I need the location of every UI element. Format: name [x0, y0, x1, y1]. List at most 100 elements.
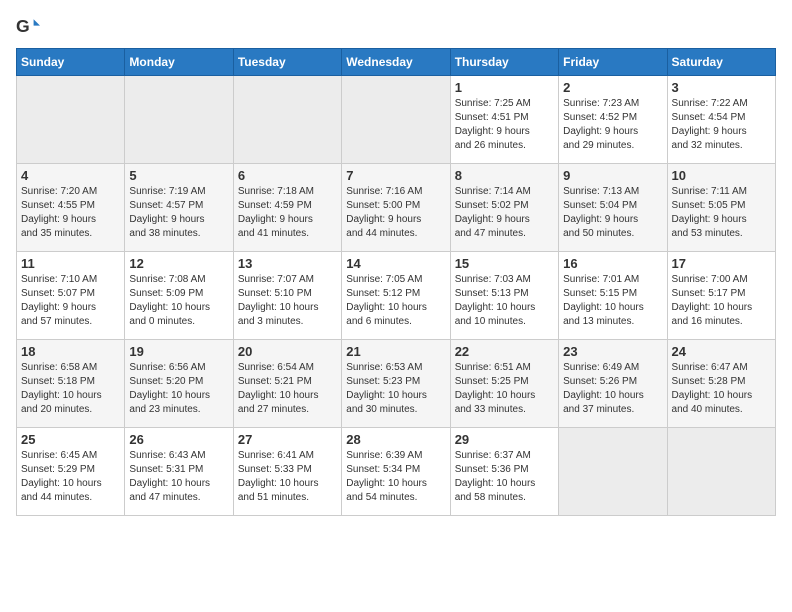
calendar-cell: 7 Sunrise: 7:16 AM Sunset: 5:00 PM Daylig… — [342, 164, 450, 252]
day-number: 11 — [21, 256, 120, 271]
day-number: 1 — [455, 80, 554, 95]
weekday-header: Tuesday — [233, 49, 341, 76]
day-info: Sunrise: 6:51 AM Sunset: 5:25 PM Dayligh… — [455, 361, 554, 417]
day-number: 4 — [21, 168, 120, 183]
day-number: 27 — [238, 432, 337, 447]
weekday-header: Saturday — [667, 49, 775, 76]
day-number: 29 — [455, 432, 554, 447]
day-info: Sunrise: 6:53 AM Sunset: 5:23 PM Dayligh… — [346, 361, 445, 417]
calendar-cell — [559, 428, 667, 516]
day-info: Sunrise: 6:58 AM Sunset: 5:18 PM Dayligh… — [21, 361, 120, 417]
calendar-cell: 14 Sunrise: 7:05 AM Sunset: 5:12 PM Dayli… — [342, 252, 450, 340]
calendar-cell — [125, 76, 233, 164]
day-number: 18 — [21, 344, 120, 359]
day-number: 13 — [238, 256, 337, 271]
page-header: G — [16, 16, 776, 40]
calendar-cell: 17 Sunrise: 7:00 AM Sunset: 5:17 PM Dayli… — [667, 252, 775, 340]
day-info: Sunrise: 6:47 AM Sunset: 5:28 PM Dayligh… — [672, 361, 771, 417]
logo-icon: G — [16, 16, 40, 40]
calendar-cell — [342, 76, 450, 164]
day-number: 3 — [672, 80, 771, 95]
calendar-cell: 29 Sunrise: 6:37 AM Sunset: 5:36 PM Dayli… — [450, 428, 558, 516]
calendar-table: SundayMondayTuesdayWednesdayThursdayFrid… — [16, 48, 776, 516]
day-info: Sunrise: 7:18 AM Sunset: 4:59 PM Dayligh… — [238, 185, 337, 241]
day-info: Sunrise: 7:00 AM Sunset: 5:17 PM Dayligh… — [672, 273, 771, 329]
calendar-row: 11 Sunrise: 7:10 AM Sunset: 5:07 PM Dayli… — [17, 252, 776, 340]
weekday-header: Sunday — [17, 49, 125, 76]
day-info: Sunrise: 7:05 AM Sunset: 5:12 PM Dayligh… — [346, 273, 445, 329]
day-info: Sunrise: 7:19 AM Sunset: 4:57 PM Dayligh… — [129, 185, 228, 241]
calendar-cell: 19 Sunrise: 6:56 AM Sunset: 5:20 PM Dayli… — [125, 340, 233, 428]
day-number: 19 — [129, 344, 228, 359]
calendar-cell: 12 Sunrise: 7:08 AM Sunset: 5:09 PM Dayli… — [125, 252, 233, 340]
calendar-cell: 23Sunrise: 6:49 AM Sunset: 5:26 PM Dayli… — [559, 340, 667, 428]
calendar-cell: 8Sunrise: 7:14 AM Sunset: 5:02 PM Daylig… — [450, 164, 558, 252]
day-info: Sunrise: 7:23 AM Sunset: 4:52 PM Dayligh… — [563, 97, 662, 153]
day-info: Sunrise: 7:07 AM Sunset: 5:10 PM Dayligh… — [238, 273, 337, 329]
day-number: 17 — [672, 256, 771, 271]
day-info: Sunrise: 7:16 AM Sunset: 5:00 PM Dayligh… — [346, 185, 445, 241]
calendar-cell — [233, 76, 341, 164]
weekday-header: Thursday — [450, 49, 558, 76]
day-number: 15 — [455, 256, 554, 271]
day-number: 12 — [129, 256, 228, 271]
day-number: 21 — [346, 344, 445, 359]
calendar-cell: 26 Sunrise: 6:43 AM Sunset: 5:31 PM Dayli… — [125, 428, 233, 516]
day-info: Sunrise: 6:56 AM Sunset: 5:20 PM Dayligh… — [129, 361, 228, 417]
calendar-row: 4 Sunrise: 7:20 AM Sunset: 4:55 PM Daylig… — [17, 164, 776, 252]
calendar-cell: 24 Sunrise: 6:47 AM Sunset: 5:28 PM Dayli… — [667, 340, 775, 428]
calendar-cell: 28Sunrise: 6:39 AM Sunset: 5:34 PM Dayli… — [342, 428, 450, 516]
calendar-cell: 15 Sunrise: 7:03 AM Sunset: 5:13 PM Dayli… — [450, 252, 558, 340]
day-number: 7 — [346, 168, 445, 183]
calendar-row: 25Sunrise: 6:45 AM Sunset: 5:29 PM Dayli… — [17, 428, 776, 516]
calendar-cell: 3 Sunrise: 7:22 AM Sunset: 4:54 PM Daylig… — [667, 76, 775, 164]
calendar-cell: 18 Sunrise: 6:58 AM Sunset: 5:18 PM Dayli… — [17, 340, 125, 428]
calendar-cell: 21 Sunrise: 6:53 AM Sunset: 5:23 PM Dayli… — [342, 340, 450, 428]
calendar-cell: 20Sunrise: 6:54 AM Sunset: 5:21 PM Dayli… — [233, 340, 341, 428]
calendar-cell: 25Sunrise: 6:45 AM Sunset: 5:29 PM Dayli… — [17, 428, 125, 516]
day-number: 6 — [238, 168, 337, 183]
day-info: Sunrise: 7:22 AM Sunset: 4:54 PM Dayligh… — [672, 97, 771, 153]
day-info: Sunrise: 6:37 AM Sunset: 5:36 PM Dayligh… — [455, 449, 554, 505]
calendar-cell: 4 Sunrise: 7:20 AM Sunset: 4:55 PM Daylig… — [17, 164, 125, 252]
svg-text:G: G — [16, 16, 30, 36]
calendar-cell: 9Sunrise: 7:13 AM Sunset: 5:04 PM Daylig… — [559, 164, 667, 252]
calendar-header: SundayMondayTuesdayWednesdayThursdayFrid… — [17, 49, 776, 76]
day-number: 25 — [21, 432, 120, 447]
day-info: Sunrise: 6:41 AM Sunset: 5:33 PM Dayligh… — [238, 449, 337, 505]
day-info: Sunrise: 7:11 AM Sunset: 5:05 PM Dayligh… — [672, 185, 771, 241]
day-info: Sunrise: 7:25 AM Sunset: 4:51 PM Dayligh… — [455, 97, 554, 153]
calendar-cell: 16 Sunrise: 7:01 AM Sunset: 5:15 PM Dayli… — [559, 252, 667, 340]
day-number: 14 — [346, 256, 445, 271]
calendar-cell: 22Sunrise: 6:51 AM Sunset: 5:25 PM Dayli… — [450, 340, 558, 428]
day-number: 9 — [563, 168, 662, 183]
calendar-cell — [667, 428, 775, 516]
calendar-cell: 5 Sunrise: 7:19 AM Sunset: 4:57 PM Daylig… — [125, 164, 233, 252]
calendar-cell: 1 Sunrise: 7:25 AM Sunset: 4:51 PM Daylig… — [450, 76, 558, 164]
day-info: Sunrise: 7:08 AM Sunset: 5:09 PM Dayligh… — [129, 273, 228, 329]
day-number: 5 — [129, 168, 228, 183]
day-info: Sunrise: 6:43 AM Sunset: 5:31 PM Dayligh… — [129, 449, 228, 505]
weekday-header: Friday — [559, 49, 667, 76]
calendar-cell: 11 Sunrise: 7:10 AM Sunset: 5:07 PM Dayli… — [17, 252, 125, 340]
calendar-cell: 2 Sunrise: 7:23 AM Sunset: 4:52 PM Daylig… — [559, 76, 667, 164]
day-number: 23 — [563, 344, 662, 359]
day-info: Sunrise: 6:54 AM Sunset: 5:21 PM Dayligh… — [238, 361, 337, 417]
day-number: 24 — [672, 344, 771, 359]
day-info: Sunrise: 7:01 AM Sunset: 5:15 PM Dayligh… — [563, 273, 662, 329]
calendar-body: 1 Sunrise: 7:25 AM Sunset: 4:51 PM Daylig… — [17, 76, 776, 516]
day-info: Sunrise: 7:10 AM Sunset: 5:07 PM Dayligh… — [21, 273, 120, 329]
day-number: 26 — [129, 432, 228, 447]
day-info: Sunrise: 7:03 AM Sunset: 5:13 PM Dayligh… — [455, 273, 554, 329]
day-number: 8 — [455, 168, 554, 183]
day-info: Sunrise: 6:39 AM Sunset: 5:34 PM Dayligh… — [346, 449, 445, 505]
calendar-cell: 6 Sunrise: 7:18 AM Sunset: 4:59 PM Daylig… — [233, 164, 341, 252]
day-number: 16 — [563, 256, 662, 271]
calendar-row: 1 Sunrise: 7:25 AM Sunset: 4:51 PM Daylig… — [17, 76, 776, 164]
day-info: Sunrise: 7:20 AM Sunset: 4:55 PM Dayligh… — [21, 185, 120, 241]
calendar-cell: 27 Sunrise: 6:41 AM Sunset: 5:33 PM Dayli… — [233, 428, 341, 516]
day-number: 2 — [563, 80, 662, 95]
day-number: 10 — [672, 168, 771, 183]
calendar-row: 18 Sunrise: 6:58 AM Sunset: 5:18 PM Dayli… — [17, 340, 776, 428]
logo: G — [16, 16, 44, 40]
